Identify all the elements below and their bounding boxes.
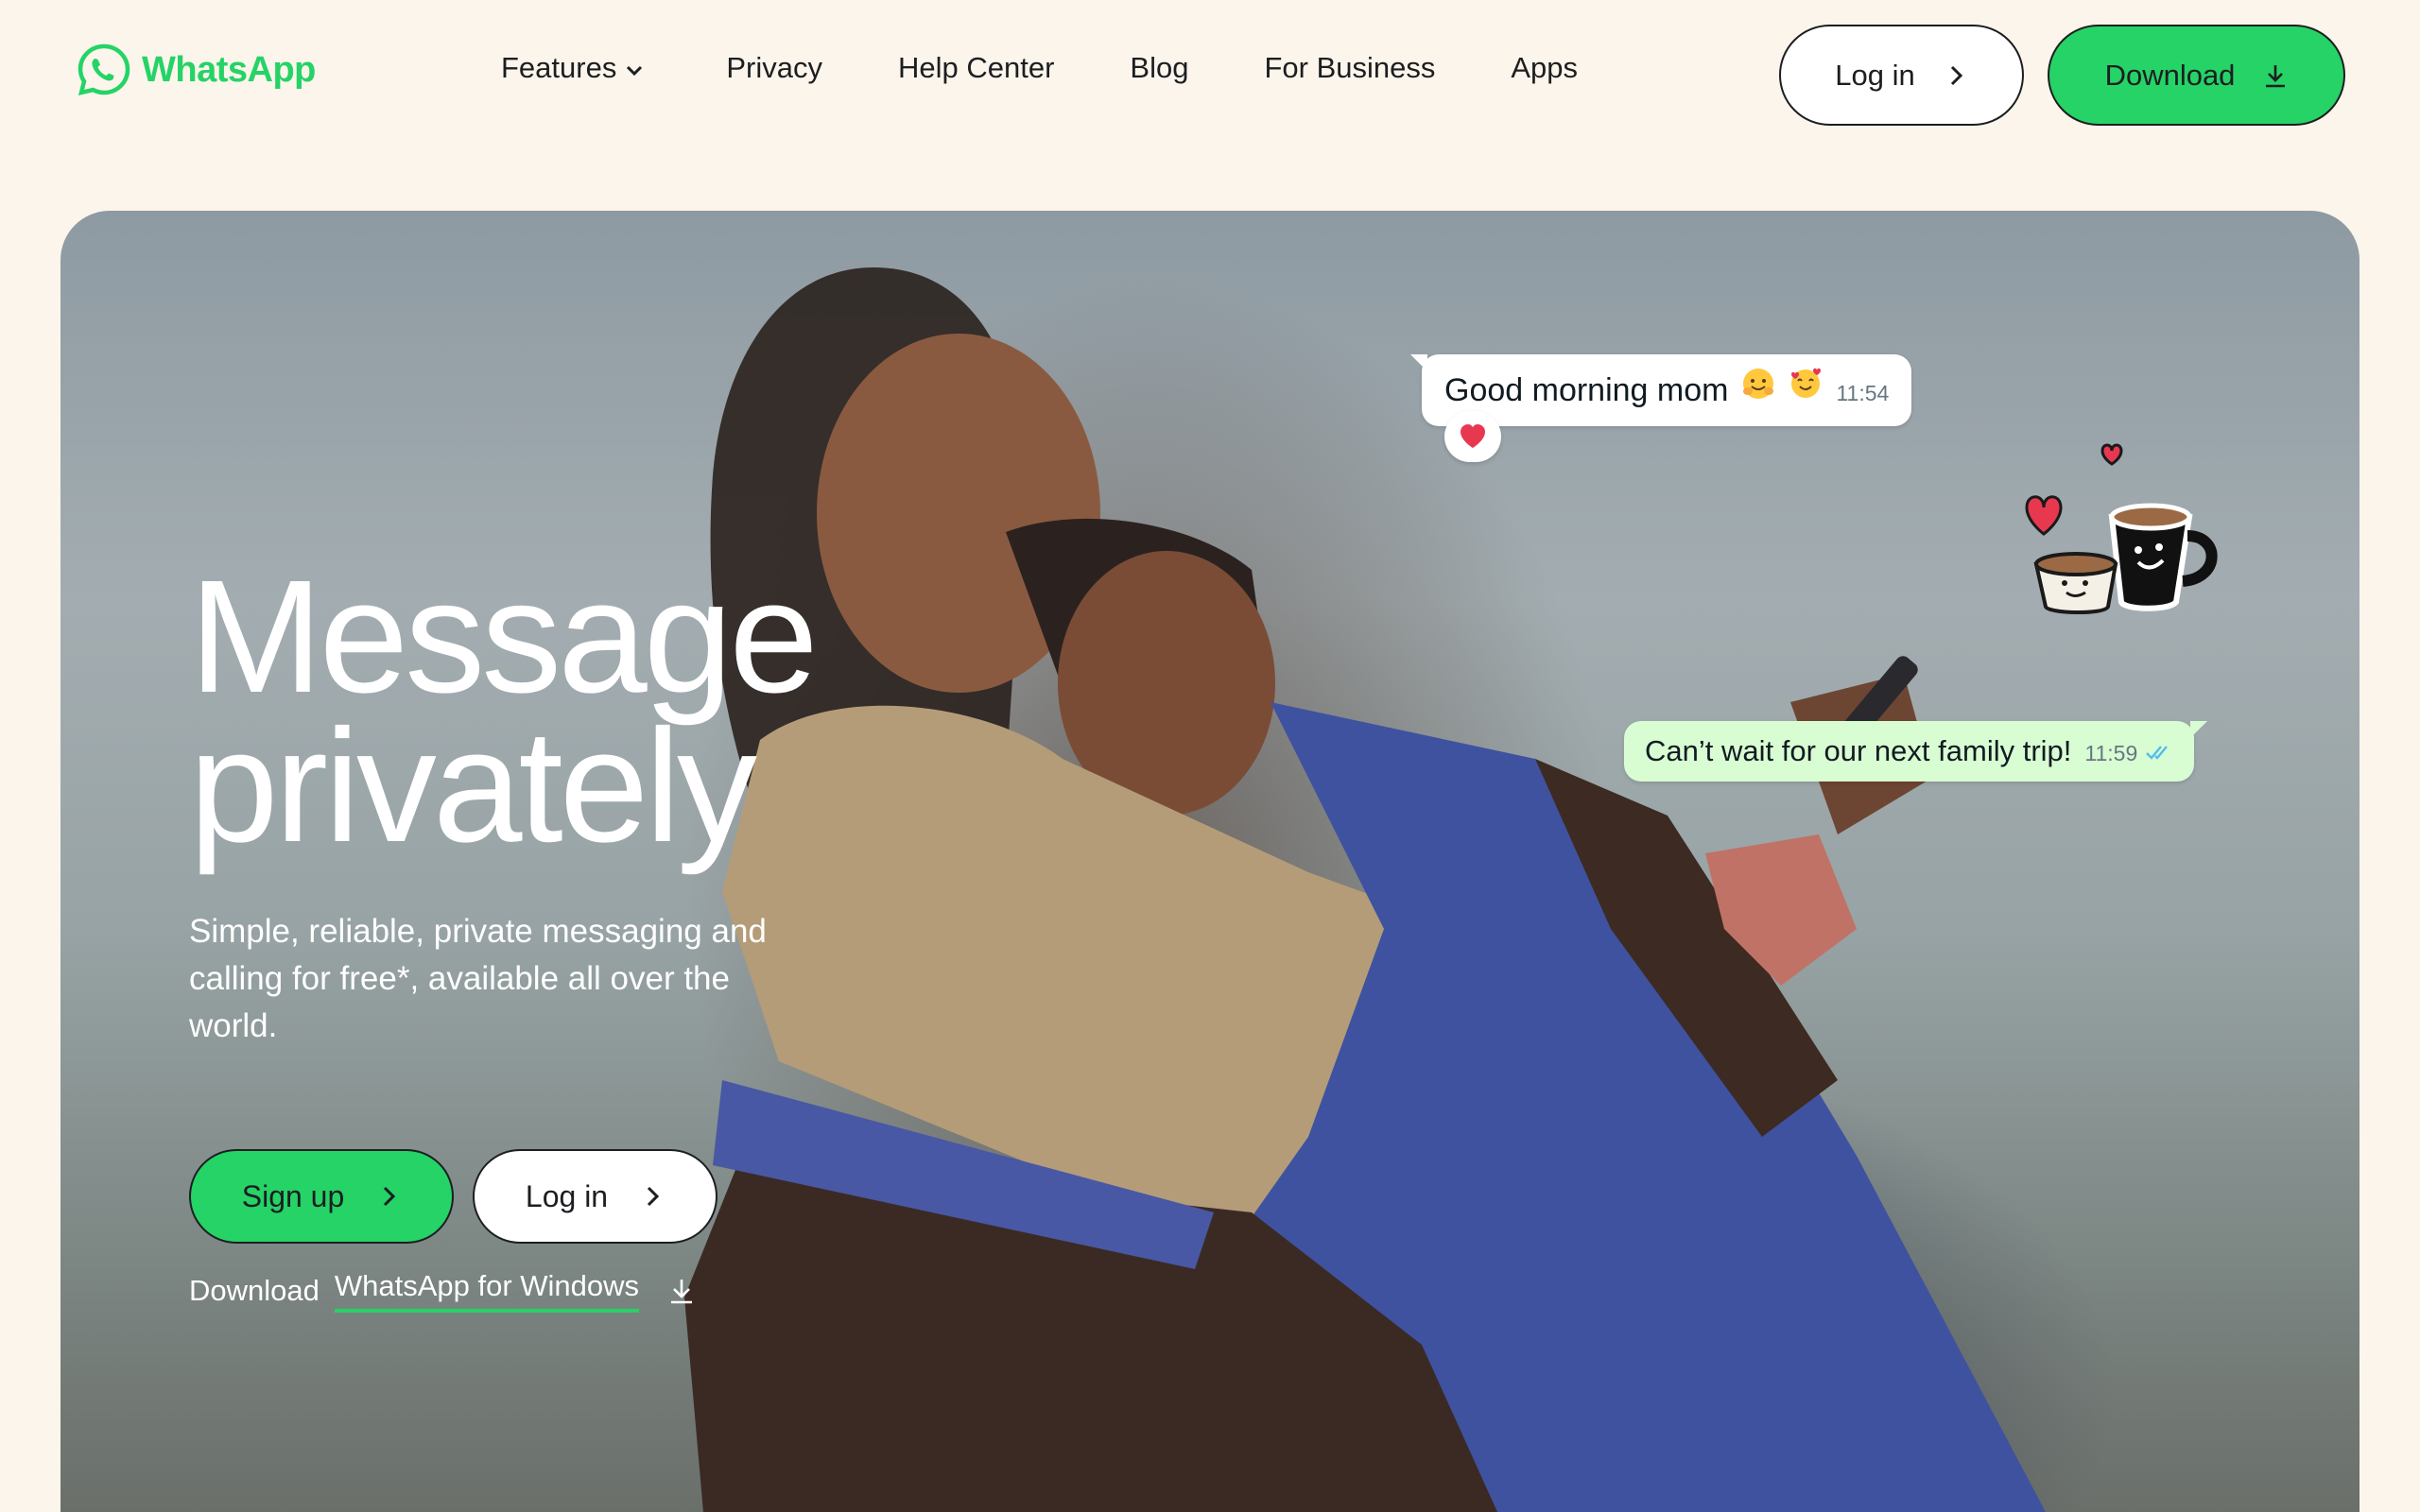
header-login-button[interactable]: Log in [1779, 25, 2024, 126]
hero-signup-button[interactable]: Sign up [189, 1149, 454, 1244]
nav-item-help-center[interactable]: Help Center [898, 51, 1054, 85]
hero-section: Message privately Simple, reliable, priv… [60, 211, 2360, 1512]
nav-item-blog[interactable]: Blog [1130, 51, 1188, 85]
chevron-right-icon [648, 1186, 660, 1207]
whatsapp-logo[interactable]: WhatsApp [76, 42, 316, 98]
nav-item-apps[interactable]: Apps [1511, 51, 1578, 85]
chevron-right-icon [1950, 65, 1962, 85]
whatsapp-logo-icon [78, 43, 130, 96]
read-receipt-double-tick-icon [2146, 746, 2169, 760]
header-download-label: Download [2104, 58, 2236, 92]
download-windows-link[interactable]: WhatsApp for Windows [334, 1269, 640, 1313]
hero-login-button[interactable]: Log in [473, 1149, 717, 1244]
chat-message-time: 11:54 [1836, 381, 1890, 405]
site-header: WhatsApp Features Privacy Help Center Bl… [0, 0, 2420, 151]
chat-bubble-outgoing: Can’t wait for our next family trip! 11:… [1624, 721, 2208, 782]
hero-title: Message privately [189, 547, 819, 876]
coffee-cups-hearts-sticker [2025, 443, 2218, 615]
hero-subtitle: Simple, reliable, private messaging and … [189, 913, 767, 1044]
hero-login-label: Log in [525, 1178, 609, 1213]
chat-message-text: Can’t wait for our next family trip! [1645, 734, 2072, 767]
hero-title-line-2: privately [189, 696, 757, 876]
download-icon[interactable] [667, 1277, 696, 1305]
header-login-label: Log in [1835, 58, 1915, 92]
chat-message-time: 11:59 [2084, 741, 2138, 765]
smiling-face-with-hearts-emoji-icon [1791, 368, 1822, 398]
heart-reaction-badge [1444, 411, 1501, 462]
hugging-face-emoji-icon [1743, 369, 1774, 399]
chevron-down-icon [627, 65, 643, 77]
download-windows-row: Download WhatsApp for Windows [189, 1269, 696, 1313]
header-download-button[interactable]: Download [2048, 25, 2345, 126]
hero-signup-label: Sign up [241, 1178, 345, 1213]
nav-item-for-business[interactable]: For Business [1264, 51, 1435, 85]
nav-item-privacy[interactable]: Privacy [726, 51, 822, 85]
main-nav: Features Privacy Help Center Blog For Bu… [501, 51, 1653, 85]
red-heart-icon [1461, 424, 1485, 448]
nav-label-features: Features [501, 51, 617, 84]
download-prefix: Download [189, 1274, 320, 1307]
hero-title-line-1: Message [189, 547, 819, 727]
chat-bubble-incoming: Good morning mom 11:54 [1409, 354, 1912, 426]
download-icon [2266, 64, 2286, 87]
chevron-right-icon [384, 1186, 396, 1207]
nav-item-features[interactable]: Features [501, 51, 645, 85]
brand-name: WhatsApp [142, 49, 316, 90]
